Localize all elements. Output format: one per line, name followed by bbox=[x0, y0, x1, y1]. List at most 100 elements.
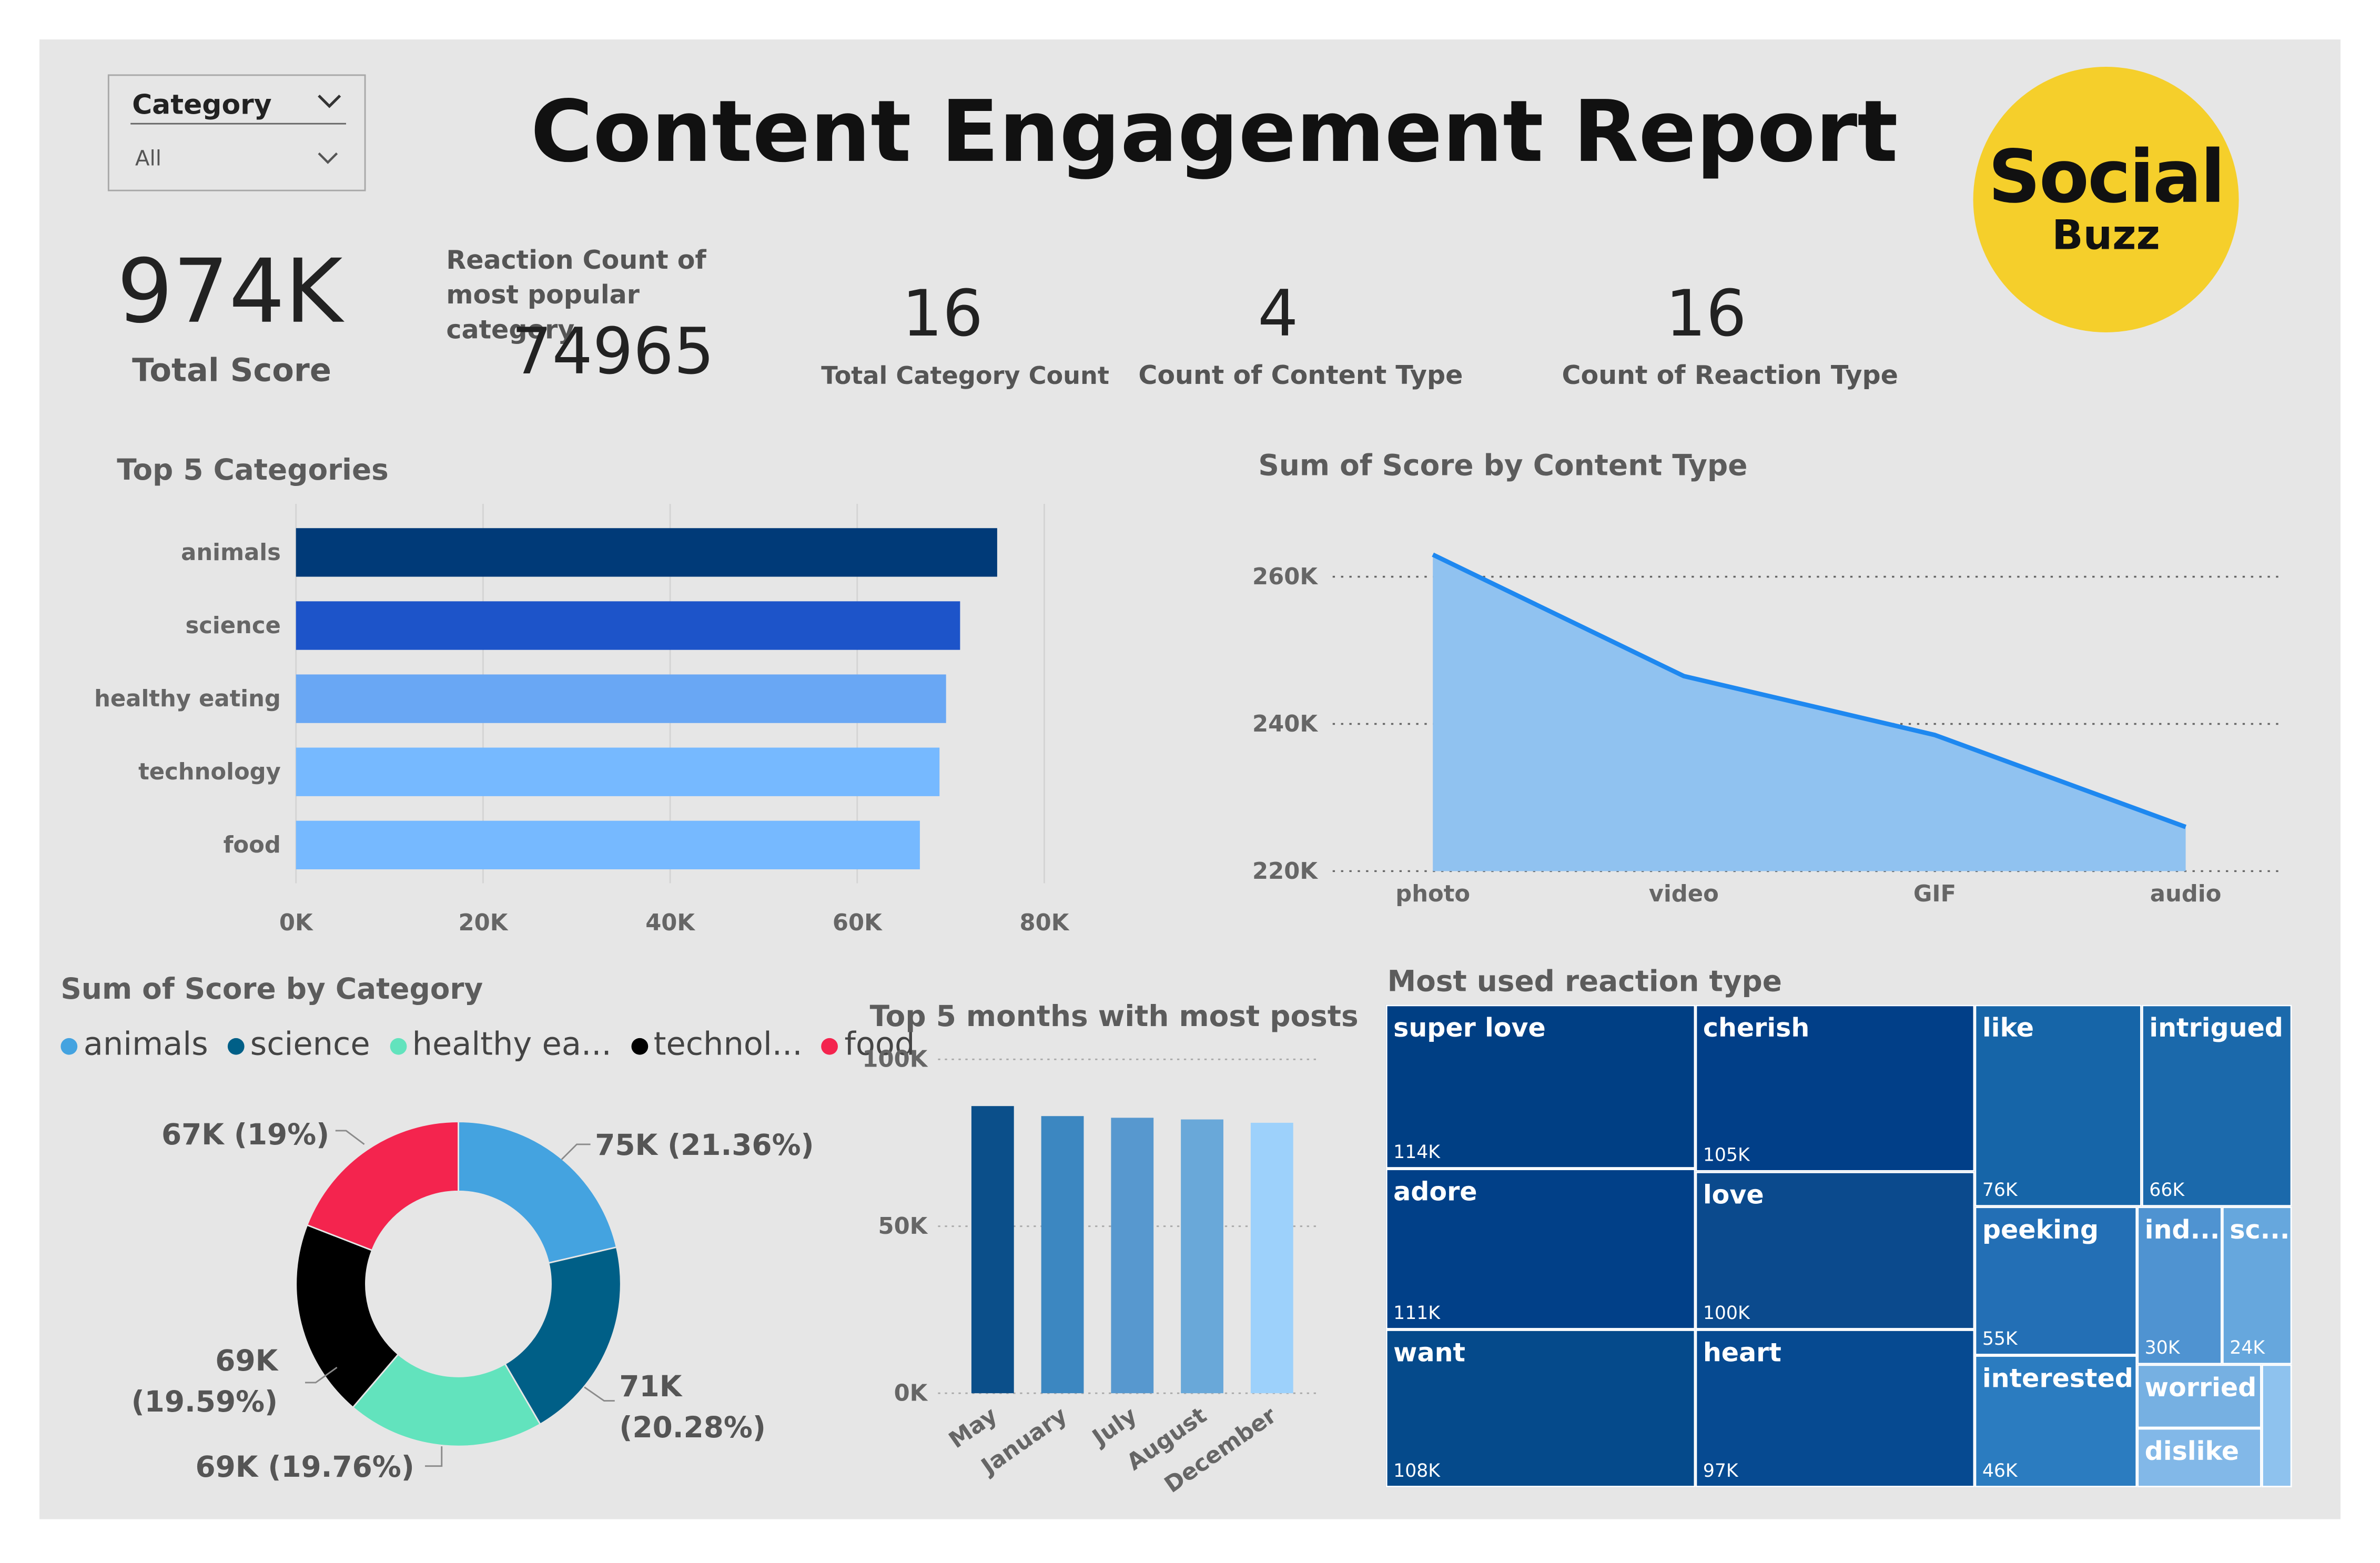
treemap-label: peeking bbox=[1982, 1215, 2099, 1246]
chevron-down-icon[interactable] bbox=[316, 93, 343, 111]
treemap-value: 108K bbox=[1393, 1460, 1440, 1481]
bar-august bbox=[1181, 1119, 1223, 1394]
top5-title: Top 5 Categories bbox=[117, 453, 389, 488]
x-tick-label-gif: GIF bbox=[1913, 881, 1956, 907]
treemap-label: love bbox=[1703, 1181, 1764, 1211]
treemap-cell-interested[interactable]: interested 46K bbox=[1974, 1355, 2138, 1488]
content-type-count-label: Count of Content Type bbox=[1138, 361, 1463, 392]
bar-technology bbox=[296, 747, 940, 796]
bar-healthy-eating bbox=[296, 674, 946, 723]
category-label-animals: animals bbox=[181, 540, 281, 566]
treemap-label: super love bbox=[1393, 1013, 1546, 1044]
treemap-cell-dislike[interactable]: dislike bbox=[2137, 1428, 2262, 1488]
content-type-title: Sum of Score by Content Type bbox=[1258, 449, 1748, 483]
treemap-value: 46K bbox=[1982, 1460, 2018, 1481]
score-by-category-donut: 75K (21.36%) 71K (20.28%) 69K (19.76%) 69K (1… bbox=[131, 1118, 814, 1484]
x-tick-label-july: July bbox=[1087, 1402, 1142, 1452]
treemap-cell-worried[interactable]: worried bbox=[2137, 1364, 2262, 1428]
y-tick-label: 0K bbox=[894, 1381, 928, 1407]
data-label: 69K (19.76%) bbox=[195, 1450, 414, 1484]
slicer-value[interactable]: All bbox=[135, 147, 161, 171]
legend-label: animals bbox=[83, 1026, 208, 1063]
treemap-label: cherish bbox=[1703, 1013, 1810, 1044]
months-title: Top 5 months with most posts bbox=[869, 1000, 1359, 1034]
leader-line bbox=[584, 1386, 615, 1402]
legend-item-technology[interactable]: technol... bbox=[631, 1026, 803, 1063]
treemap-label: worried bbox=[2144, 1373, 2257, 1404]
legend-swatch bbox=[60, 1037, 78, 1054]
legend-swatch bbox=[389, 1037, 407, 1054]
area-fill bbox=[1433, 554, 2186, 871]
reaction-type-count-value: 16 bbox=[1665, 276, 1747, 351]
treemap-label: intrigued bbox=[2149, 1013, 2283, 1044]
x-tick-label: 40K bbox=[645, 910, 695, 936]
treemap-cell-blank[interactable] bbox=[2261, 1364, 2292, 1488]
leader-line bbox=[561, 1143, 591, 1160]
bar-july bbox=[1111, 1118, 1154, 1394]
category-label-healthy-eating: healthy eating bbox=[94, 686, 281, 712]
treemap-label: heart bbox=[1703, 1338, 1781, 1369]
treemap-cell-super-love[interactable]: super love 114K bbox=[1385, 1004, 1696, 1169]
category-label-food: food bbox=[224, 832, 281, 858]
total-score-label: Total Score bbox=[132, 352, 331, 389]
donut-slice-food bbox=[306, 1121, 459, 1252]
content-type-count-value: 4 bbox=[1258, 276, 1299, 351]
legend-item-science[interactable]: science bbox=[227, 1026, 370, 1062]
treemap-cell-ind[interactable]: ind... 30K bbox=[2137, 1206, 2222, 1365]
reaction-type-count-label: Count of Reaction Type bbox=[1562, 361, 1898, 392]
category-label-science: science bbox=[185, 613, 280, 639]
category-slicer[interactable]: Category All bbox=[107, 74, 366, 191]
treemap-cell-adore[interactable]: adore 111K bbox=[1385, 1169, 1696, 1329]
x-tick-label-photo: photo bbox=[1395, 881, 1470, 907]
category-count-label: Total Category Count bbox=[821, 361, 1110, 390]
legend-swatch bbox=[822, 1037, 838, 1054]
treemap-cell-like[interactable]: like 76K bbox=[1974, 1004, 2142, 1207]
y-tick-label: 240K bbox=[1252, 711, 1318, 737]
y-tick-label: 50K bbox=[878, 1213, 928, 1240]
top5-categories-chart: 0K 20K 40K 60K 80K animals science healthy eati… bbox=[94, 504, 1070, 936]
bar-may bbox=[971, 1106, 1014, 1394]
treemap-label: adore bbox=[1393, 1178, 1477, 1209]
logo-text-line2: Buzz bbox=[2052, 212, 2160, 260]
treemap-cell-heart[interactable]: heart 97K bbox=[1695, 1329, 1975, 1488]
treemap-cell-cherish[interactable]: cherish 105K bbox=[1695, 1004, 1975, 1172]
donut-slice-animals bbox=[458, 1121, 618, 1264]
legend-swatch bbox=[631, 1037, 648, 1054]
data-label: 71K bbox=[619, 1369, 683, 1403]
logo-text-line1: Social bbox=[1988, 135, 2225, 220]
treemap-value: 114K bbox=[1393, 1141, 1440, 1163]
y-tick-label: 100K bbox=[862, 1047, 928, 1073]
treemap-value: 100K bbox=[1703, 1302, 1750, 1324]
by-category-title: Sum of Score by Category bbox=[60, 972, 483, 1007]
category-count-value: 16 bbox=[902, 276, 984, 351]
treemap-cell-want[interactable]: want 108K bbox=[1385, 1329, 1696, 1488]
y-tick-label: 260K bbox=[1252, 564, 1318, 590]
treemap-cell-love[interactable]: love 100K bbox=[1695, 1171, 1975, 1329]
x-tick-label-video: video bbox=[1649, 881, 1719, 907]
legend-label: science bbox=[250, 1026, 370, 1063]
treemap-label: interested bbox=[1982, 1364, 2133, 1395]
treemap-value: 55K bbox=[1982, 1328, 2018, 1349]
social-buzz-logo: Social Buzz bbox=[1973, 66, 2239, 332]
treemap-cell-intrigued[interactable]: intrigued 66K bbox=[2141, 1004, 2292, 1207]
page-title: Content Engagement Report bbox=[530, 83, 1898, 182]
leader-line bbox=[425, 1446, 443, 1467]
top-months-bar-chart: 100K50K0KMayJanuary JulyAugustDecember bbox=[862, 1047, 1321, 1498]
treemap-cell-sc[interactable]: sc... 24K bbox=[2222, 1206, 2292, 1365]
legend-label: technol... bbox=[653, 1026, 803, 1063]
treemap-cell-peeking[interactable]: peeking 55K bbox=[1974, 1206, 2138, 1356]
leader-line bbox=[335, 1130, 365, 1145]
x-tick-label: 80K bbox=[1020, 910, 1070, 936]
legend-swatch bbox=[227, 1037, 245, 1054]
chevron-down-icon[interactable] bbox=[316, 150, 340, 166]
treemap-value: 76K bbox=[1982, 1179, 2018, 1201]
slicer-divider bbox=[130, 123, 346, 125]
slicer-label: Category bbox=[132, 89, 272, 121]
x-tick-label: 60K bbox=[833, 910, 883, 936]
legend-item-healthy-eating[interactable]: healthy ea... bbox=[389, 1026, 612, 1062]
data-label: 67K (19%) bbox=[161, 1118, 329, 1151]
treemap-label: want bbox=[1393, 1338, 1465, 1369]
treemap-label: sc... bbox=[2230, 1215, 2290, 1246]
legend-item-animals[interactable]: animals bbox=[60, 1026, 208, 1062]
treemap-value: 24K bbox=[2230, 1337, 2265, 1358]
